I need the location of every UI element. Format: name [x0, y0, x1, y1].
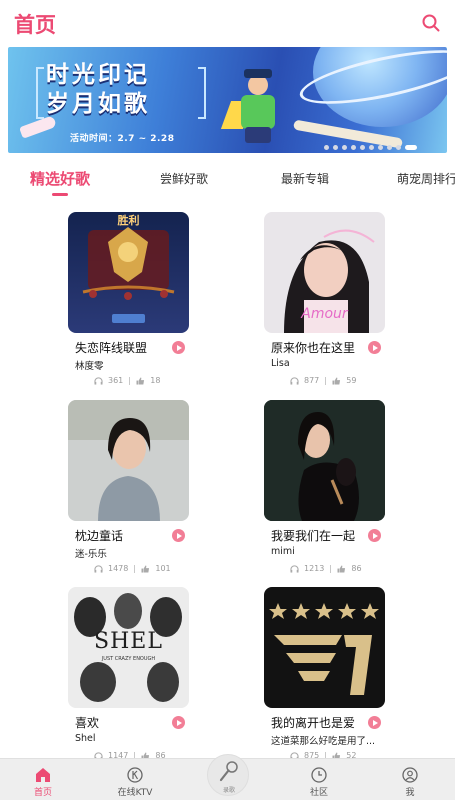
- song-artist: 林度零: [75, 361, 104, 372]
- song-artist: 这道菜那么好吃是用了...: [271, 736, 376, 747]
- play-button[interactable]: [368, 716, 381, 729]
- banner-dot[interactable]: [396, 145, 401, 150]
- thumbs-up-icon: [337, 564, 346, 573]
- banner-dot[interactable]: [360, 145, 365, 150]
- play-count: 1213: [304, 564, 325, 573]
- song-card[interactable]: SHEL JUST CRAZY ENOUGH 喜欢 Shel 1147 86: [68, 587, 203, 765]
- song-artist: 迷-乐乐: [75, 549, 107, 560]
- song-cover[interactable]: 胜利: [68, 212, 189, 333]
- record-button[interactable]: 录歌: [207, 754, 249, 796]
- tab-featured[interactable]: 精选好歌: [30, 168, 90, 189]
- banner-title: 时光印记 岁月如歌: [46, 61, 196, 125]
- banner-dot[interactable]: [378, 145, 383, 150]
- cover-caption: 胜利: [117, 214, 140, 227]
- search-icon[interactable]: [421, 13, 441, 33]
- like-count: 101: [155, 564, 171, 573]
- song-title: 原来你也在这里: [271, 341, 356, 355]
- nav-label-home: 首页: [33, 788, 52, 798]
- song-artist: mimi: [271, 546, 295, 557]
- banner-dot[interactable]: [405, 145, 417, 150]
- thumbs-up-icon: [141, 564, 150, 573]
- thumbs-up-icon: [136, 376, 145, 385]
- song-title: 我要我们在一起: [271, 529, 356, 543]
- tab-pet-weekly-ranking[interactable]: 萌宠周排行: [397, 170, 455, 187]
- nav-label-community: 社区: [309, 788, 328, 798]
- play-button[interactable]: [172, 341, 185, 354]
- song-cover[interactable]: [264, 587, 385, 708]
- song-stats: 361 18: [94, 376, 160, 388]
- cover-caption: SHEL: [94, 629, 163, 654]
- song-title: 我的离开也是爱: [271, 716, 356, 730]
- banner-title-line2: 岁月如歌: [46, 91, 150, 117]
- play-count: 1478: [108, 564, 129, 573]
- song-title: 喜欢: [75, 716, 100, 730]
- like-count: 59: [346, 376, 357, 385]
- banner-dot[interactable]: [351, 145, 356, 150]
- clock-icon: [311, 767, 327, 783]
- tab-indicator: [52, 193, 68, 196]
- banner-bracket-right: [198, 67, 206, 119]
- song-card[interactable]: 我要我们在一起 mimi 1213 86: [264, 400, 399, 578]
- banner-dot[interactable]: [387, 145, 392, 150]
- play-count: 877: [304, 376, 320, 385]
- headphones-icon: [94, 376, 103, 385]
- banner-title-line1: 时光印记: [46, 62, 150, 88]
- song-cover[interactable]: [68, 400, 189, 521]
- banner-dot[interactable]: [324, 145, 329, 150]
- banner-dot[interactable]: [342, 145, 347, 150]
- song-artist: Lisa: [271, 358, 290, 369]
- song-cover[interactable]: SHEL JUST CRAZY ENOUGH: [68, 587, 189, 708]
- play-button[interactable]: [172, 529, 185, 542]
- song-stats: 1213 86: [290, 564, 362, 576]
- play-count: 361: [108, 376, 124, 385]
- song-stats: 877 59: [290, 376, 356, 388]
- header: 首页: [0, 0, 455, 46]
- record-label: 录歌: [222, 787, 235, 794]
- song-title: 枕边童话: [75, 529, 124, 543]
- like-count: 18: [150, 376, 161, 385]
- user-icon: [402, 767, 418, 783]
- child-illustration: [220, 69, 282, 145]
- category-tabs: 精选好歌 尝鲜好歌 最新专辑 萌宠周排行: [0, 160, 455, 200]
- song-card[interactable]: 胜利 失恋阵线联盟 林度零 361 18: [68, 212, 203, 390]
- song-artist: Shel: [75, 733, 96, 744]
- song-cover[interactable]: Amour: [264, 212, 385, 333]
- nav-label-ktv: 在线KTV: [117, 788, 153, 798]
- like-count: 86: [351, 564, 362, 573]
- play-button[interactable]: [368, 529, 381, 542]
- banner-bracket-left: [36, 67, 44, 119]
- banner-date: 活动时间：2.7 ~ 2.28: [70, 134, 175, 144]
- banner-dot[interactable]: [369, 145, 374, 150]
- nav-item-home[interactable]: 首页: [13, 766, 73, 798]
- play-button[interactable]: [368, 341, 381, 354]
- tab-new-songs[interactable]: 尝鲜好歌: [160, 170, 208, 187]
- page-title: 首页: [14, 13, 56, 37]
- headphones-icon: [94, 564, 103, 573]
- play-button[interactable]: [172, 716, 185, 729]
- song-card[interactable]: 枕边童话 迷-乐乐 1478 101: [68, 400, 203, 578]
- cover-subcaption: JUST CRAZY ENOUGH: [101, 656, 156, 662]
- nav-item-ktv[interactable]: 在线KTV: [105, 766, 165, 798]
- banner-dot[interactable]: [333, 145, 338, 150]
- nav-label-me: 我: [405, 788, 415, 798]
- headphones-icon: [290, 376, 299, 385]
- nav-item-me[interactable]: 我: [380, 766, 440, 798]
- song-stats: 1478 101: [94, 564, 171, 576]
- ktv-icon: [127, 767, 143, 783]
- song-cover[interactable]: [264, 400, 385, 521]
- headphones-icon: [290, 564, 299, 573]
- song-title: 失恋阵线联盟: [75, 341, 148, 355]
- microphone-icon: [219, 761, 238, 782]
- tab-new-albums[interactable]: 最新专辑: [281, 170, 329, 187]
- banner-pagination: [322, 138, 447, 150]
- thumbs-up-icon: [332, 376, 341, 385]
- home-icon: [36, 768, 50, 782]
- nav-item-community[interactable]: 社区: [289, 766, 349, 798]
- song-card[interactable]: 我的离开也是爱 这道菜那么好吃是用了... 875 52: [264, 587, 399, 765]
- song-card[interactable]: Amour 原来你也在这里 Lisa 877 59: [264, 212, 399, 390]
- cover-caption: Amour: [301, 306, 348, 322]
